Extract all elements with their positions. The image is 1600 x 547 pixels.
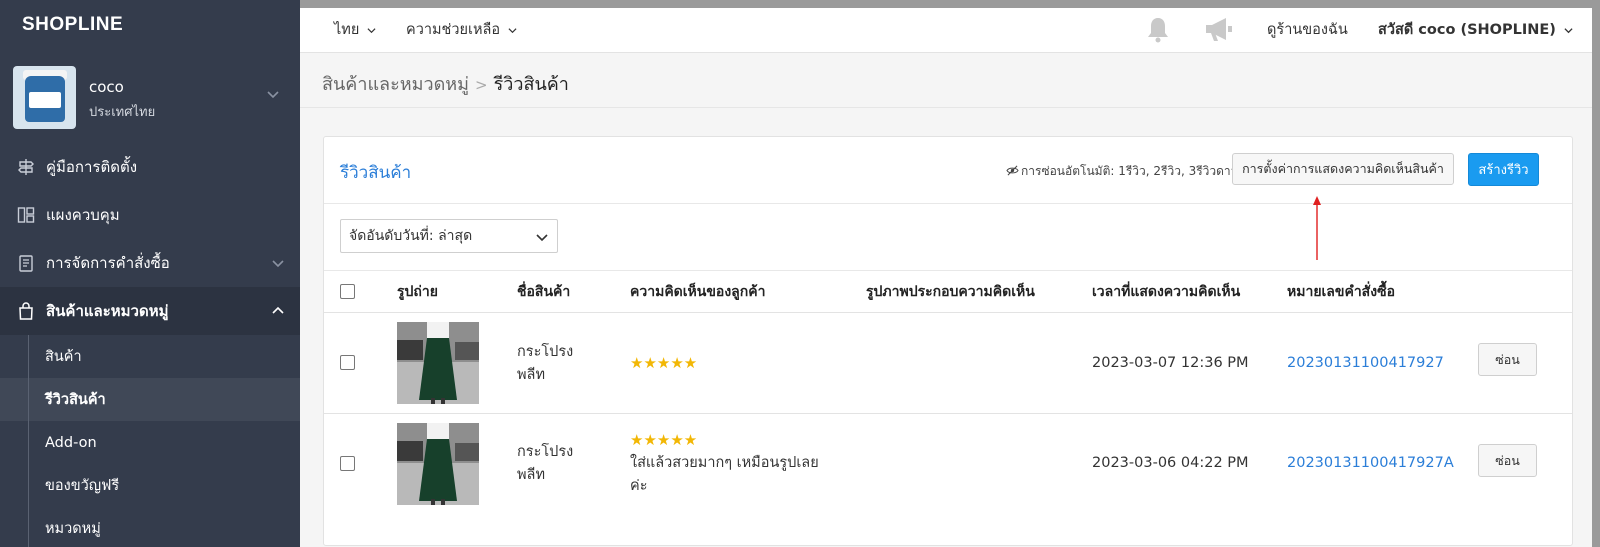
sort-select[interactable]: จัดอันดับวันที่: ล่าสุด bbox=[340, 219, 558, 253]
hide-review-button[interactable]: ซ่อน bbox=[1478, 444, 1537, 477]
megaphone-icon[interactable] bbox=[1202, 14, 1234, 44]
product-thumbnail[interactable] bbox=[397, 423, 479, 505]
sidebar-item-dashboard[interactable]: แผงควบคุม bbox=[0, 191, 300, 239]
user-greeting: สวัสดี coco (SHOPLINE) bbox=[1378, 22, 1556, 38]
sidebar-item-label: แผงควบคุม bbox=[46, 206, 120, 224]
annotation-arrow-icon bbox=[1313, 196, 1321, 260]
sidebar-subitem-products[interactable]: สินค้า bbox=[0, 335, 300, 378]
column-header-order-number: หมายเลขคำสั่งซื้อ bbox=[1287, 284, 1395, 300]
chevron-up-icon bbox=[272, 306, 284, 314]
breadcrumb-separator: > bbox=[475, 76, 488, 94]
rating-stars: ★★★★★ bbox=[630, 354, 698, 372]
sidebar-item-setup-guide[interactable]: คู่มือการติดตั้ง bbox=[0, 143, 300, 191]
breadcrumb-parent[interactable]: สินค้าและหมวดหมู่ bbox=[322, 74, 469, 95]
language-menu[interactable]: ไทย bbox=[334, 18, 376, 41]
product-thumbnail[interactable] bbox=[397, 322, 479, 404]
sidebar-nav: คู่มือการติดตั้ง แผงควบคุม การจัดการคำสั… bbox=[0, 143, 300, 547]
user-menu[interactable]: สวัสดี coco (SHOPLINE) bbox=[1378, 18, 1573, 41]
reviews-panel: รีวิวสินค้า การซ่อนอัตโนมัติ: 1รีวิว, 2ร… bbox=[323, 136, 1573, 546]
order-number-link[interactable]: 20230131100417927 bbox=[1287, 352, 1444, 375]
chevron-down-icon bbox=[536, 234, 548, 242]
product-name: กระโปรง พลีท bbox=[517, 441, 573, 487]
divider bbox=[324, 270, 1572, 271]
column-header-comment-images: รูปภาพประกอบความคิดเห็น bbox=[866, 284, 1035, 300]
hide-review-button[interactable]: ซ่อน bbox=[1478, 343, 1537, 376]
auto-hide-text: การซ่อนอัตโนมัติ: 1รีวิว, 2รีวิว, 3รีวิว… bbox=[1021, 164, 1238, 178]
row-checkbox[interactable] bbox=[340, 355, 355, 370]
breadcrumb-current: รีวิวสินค้า bbox=[493, 74, 569, 95]
view-store-link[interactable]: ดูร้านของฉัน bbox=[1267, 18, 1348, 41]
product-name-line: พลีท bbox=[517, 467, 546, 483]
sidebar-item-label: การจัดการคำสั่งซื้อ bbox=[46, 254, 170, 272]
screenshot-frame-right bbox=[1592, 0, 1600, 547]
comment-text-line: ค่ะ bbox=[630, 478, 648, 494]
sidebar-subitem-free-gifts[interactable]: ของขวัญฟรี bbox=[0, 464, 300, 507]
divider bbox=[324, 413, 1572, 414]
main-content: สินค้าและหมวดหมู่ > รีวิวสินค้า รีวิวสินค้… bbox=[300, 53, 1592, 547]
help-label: ความช่วยเหลือ bbox=[406, 22, 501, 38]
dashboard-icon bbox=[16, 205, 36, 225]
store-switcher[interactable]: coco ประเทศไทย bbox=[13, 66, 289, 129]
sidebar: SHOPLINE coco ประเทศไทย คู่มือการติดตั้ง… bbox=[0, 0, 300, 547]
customer-comment: ★★★★★ ใส่แล้วสวยมากๆ เหมือนรูปเลย ค่ะ bbox=[630, 429, 819, 498]
sidebar-subitem-categories[interactable]: หมวดหมู่ bbox=[0, 507, 300, 547]
select-all-checkbox[interactable] bbox=[340, 284, 355, 299]
sidebar-item-orders[interactable]: การจัดการคำสั่งซื้อ bbox=[0, 239, 300, 287]
sidebar-item-label: สินค้าและหมวดหมู่ bbox=[46, 302, 169, 320]
store-avatar bbox=[13, 66, 76, 129]
comment-time: 2023-03-06 04:22 PM bbox=[1092, 455, 1249, 471]
create-review-button[interactable]: สร้างรีวิว bbox=[1468, 153, 1539, 186]
sidebar-subitem-reviews[interactable]: รีวิวสินค้า bbox=[0, 378, 300, 421]
row-checkbox[interactable] bbox=[340, 456, 355, 471]
bell-icon[interactable] bbox=[1143, 14, 1173, 44]
breadcrumb: สินค้าและหมวดหมู่ > รีวิวสินค้า bbox=[322, 69, 569, 98]
sidebar-item-label: คู่มือการติดตั้ง bbox=[46, 158, 138, 176]
store-name: coco bbox=[89, 78, 124, 96]
product-name-line: กระโปรง bbox=[517, 344, 574, 360]
auto-hide-info: การซ่อนอัตโนมัติ: 1รีวิว, 2รีวิว, 3รีวิว… bbox=[1006, 162, 1237, 181]
column-header-customer-comment: ความคิดเห็นของลูกค้า bbox=[630, 284, 766, 300]
rating-stars: ★★★★★ bbox=[630, 431, 698, 449]
bag-icon bbox=[16, 301, 36, 321]
column-header-comment-time: เวลาที่แสดงความคิดเห็น bbox=[1092, 284, 1241, 300]
divider bbox=[324, 312, 1572, 313]
chevron-down-icon bbox=[267, 91, 279, 99]
store-country: ประเทศไทย bbox=[89, 105, 156, 120]
review-settings-button[interactable]: การตั้งค่าการแสดงความคิดเห็นสินค้า bbox=[1232, 153, 1454, 185]
signpost-icon bbox=[16, 157, 36, 177]
chevron-down-icon bbox=[1564, 27, 1573, 33]
divider bbox=[324, 203, 1572, 204]
chevron-down-icon bbox=[508, 27, 517, 33]
clipboard-icon bbox=[16, 253, 36, 273]
comment-time: 2023-03-07 12:36 PM bbox=[1092, 355, 1249, 371]
sidebar-submenu-products: สินค้า รีวิวสินค้า Add-on ของขวัญฟรี หมว… bbox=[0, 335, 300, 547]
chevron-down-icon bbox=[272, 260, 284, 268]
order-number-link[interactable]: 20230131100417927A bbox=[1287, 452, 1454, 475]
product-name-line: กระโปรง bbox=[517, 444, 574, 460]
chevron-down-icon bbox=[367, 27, 376, 33]
shopline-logo[interactable]: SHOPLINE bbox=[22, 14, 123, 36]
comment-text-line: ใส่แล้วสวยมากๆ เหมือนรูปเลย bbox=[630, 455, 819, 471]
product-name: กระโปรง พลีท bbox=[517, 341, 573, 387]
sort-value: จัดอันดับวันที่: ล่าสุด bbox=[349, 228, 473, 244]
panel-title: รีวิวสินค้า bbox=[340, 163, 412, 183]
language-label: ไทย bbox=[334, 22, 360, 38]
column-header-product-name: ชื่อสินค้า bbox=[517, 284, 571, 300]
product-name-line: พลีท bbox=[517, 367, 546, 383]
top-bar: ไทย ความช่วยเหลือ ดูร้านของฉัน สวัสดี co… bbox=[300, 8, 1592, 53]
divider bbox=[300, 107, 1592, 108]
eye-slash-icon bbox=[1006, 165, 1019, 176]
column-header-photo: รูปถ่าย bbox=[397, 284, 438, 300]
sidebar-subitem-addon[interactable]: Add-on bbox=[0, 421, 300, 464]
help-menu[interactable]: ความช่วยเหลือ bbox=[406, 18, 517, 41]
sidebar-item-products[interactable]: สินค้าและหมวดหมู่ bbox=[0, 287, 300, 335]
